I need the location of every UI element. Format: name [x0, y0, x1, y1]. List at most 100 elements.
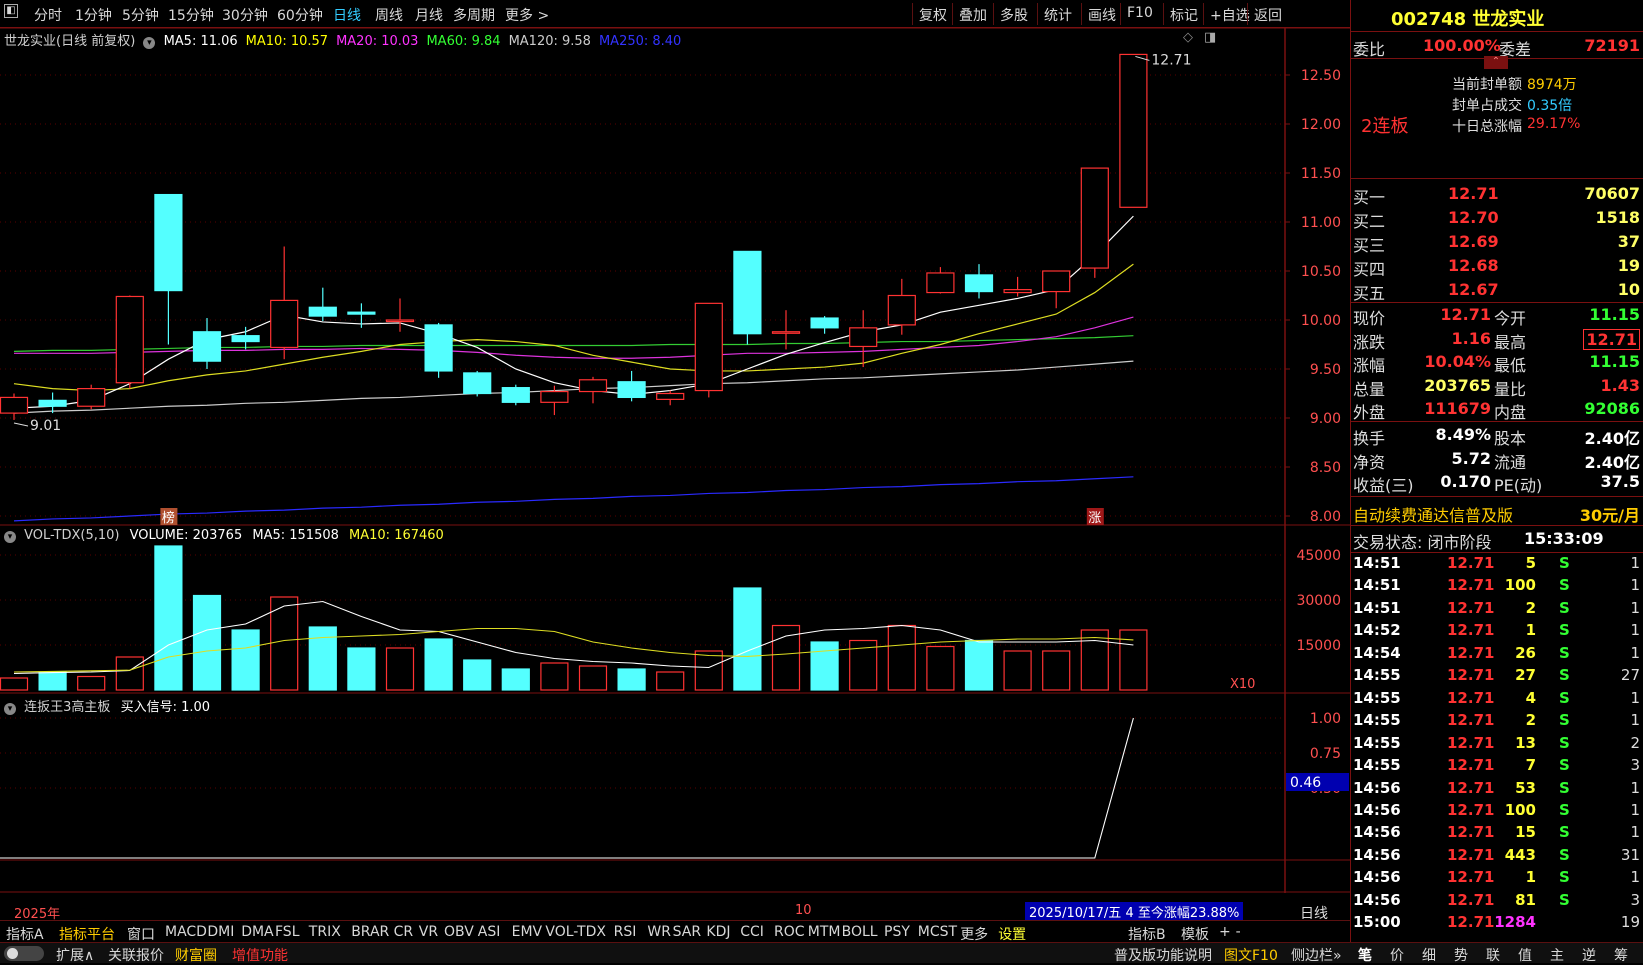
event-marker[interactable]: 榜 — [162, 510, 175, 526]
toolbar-button[interactable]: 统计 — [1037, 3, 1078, 25]
candle[interactable] — [810, 317, 839, 329]
panel-tab[interactable]: 笔 — [1358, 945, 1372, 965]
tick-row[interactable]: 14:55 12.71 27 S 27 — [1351, 665, 1643, 688]
panel-tab[interactable]: 势 — [1454, 945, 1468, 965]
event-marker[interactable]: 涨 — [1088, 511, 1101, 526]
volume-bar[interactable] — [385, 647, 415, 691]
volume-bar[interactable] — [231, 629, 260, 691]
period-tab[interactable]: 月线 — [415, 5, 443, 25]
candle[interactable] — [887, 294, 916, 326]
volume-bar[interactable] — [38, 671, 67, 691]
indicator-tab[interactable]: 指标A — [6, 924, 44, 944]
indicator-tab[interactable]: ROC — [774, 924, 805, 940]
volume-bar[interactable] — [810, 641, 839, 691]
tick-row[interactable]: 14:51 12.71 100 S 1 — [1351, 575, 1643, 598]
indicator-tab[interactable]: SAR — [673, 924, 701, 940]
expand-up-icon[interactable]: ⌃ — [1484, 56, 1508, 69]
period-tab[interactable]: 多周期 — [453, 5, 495, 25]
toggle-panel-icon[interactable]: ◧ — [4, 4, 18, 18]
volume-bar[interactable] — [115, 656, 144, 691]
tick-row[interactable]: 14:51 12.71 5 S 1 — [1351, 553, 1643, 576]
indicator-tab[interactable]: 指标B — [1128, 924, 1166, 944]
toolbar-button[interactable]: 复权 — [912, 3, 953, 25]
collapse-icon[interactable]: ▾ — [143, 37, 156, 49]
indicator-tab[interactable]: BRAR — [351, 924, 389, 940]
tick-row[interactable]: 14:54 12.71 26 S 1 — [1351, 643, 1643, 666]
volume-bar[interactable] — [578, 665, 608, 691]
toolbar-button[interactable]: 叠加 — [952, 3, 993, 25]
volume-bar[interactable] — [0, 677, 29, 691]
candle[interactable] — [0, 396, 29, 414]
indicator-tab[interactable]: 设置 — [998, 924, 1026, 944]
candle[interactable] — [501, 387, 530, 403]
tick-row[interactable]: 15:00 12.71 1284 19 — [1351, 912, 1643, 935]
period-tab[interactable]: 15分钟 — [168, 5, 214, 25]
candle[interactable] — [38, 399, 67, 407]
status-item[interactable]: 普及版功能说明 — [1114, 945, 1212, 965]
volume-bar[interactable] — [771, 624, 801, 691]
panel-tab[interactable]: 联 — [1486, 945, 1500, 965]
volume-bar[interactable] — [1042, 650, 1071, 691]
bid-row[interactable]: 买五 12.67 10 — [1351, 279, 1643, 303]
candle[interactable] — [77, 388, 106, 407]
volume-bar[interactable] — [424, 638, 453, 691]
volume-bar[interactable] — [733, 587, 762, 691]
indicator-tab[interactable]: 指标平台 — [59, 924, 115, 944]
panel-tab[interactable]: 逆 — [1582, 945, 1596, 965]
period-tab[interactable]: 60分钟 — [277, 5, 323, 25]
candle[interactable] — [192, 331, 222, 362]
candle[interactable] — [849, 327, 878, 348]
volume-bar[interactable] — [887, 624, 916, 691]
indicator-tab[interactable]: VOL-TDX — [545, 924, 606, 940]
indicator-tab[interactable]: ASI — [478, 924, 501, 940]
indicator-tab[interactable]: CR — [394, 924, 414, 940]
promo-row[interactable]: 自动续费通达信普及版 30元/月 — [1351, 501, 1643, 526]
volume-bar[interactable] — [1003, 650, 1032, 691]
toolbar-button[interactable]: 画线 — [1081, 3, 1122, 25]
panel-tab[interactable]: 筹 — [1614, 945, 1628, 965]
status-item[interactable]: 财富圈 — [175, 945, 217, 965]
toolbar-button[interactable]: 返回 — [1247, 3, 1288, 25]
tick-row[interactable]: 14:55 12.71 7 S 3 — [1351, 755, 1643, 778]
panel-toggle-icon[interactable]: ◨ — [1204, 30, 1216, 45]
indicator-tab[interactable]: KDJ — [706, 924, 730, 940]
collapse-icon[interactable]: ▾ — [4, 531, 16, 543]
tick-row[interactable]: 14:56 12.71 53 S 1 — [1351, 778, 1643, 801]
candle[interactable] — [385, 319, 415, 323]
status-item[interactable]: 图文F10 — [1224, 945, 1278, 965]
indicator-tab[interactable]: OBV — [444, 924, 474, 940]
tick-row[interactable]: 14:55 12.71 13 S 2 — [1351, 733, 1643, 756]
volume-bar[interactable] — [501, 668, 530, 691]
indicator-tab[interactable]: RSI — [614, 924, 637, 940]
volume-bar[interactable] — [154, 545, 183, 691]
status-item[interactable]: 关联报价 — [108, 945, 164, 965]
volume-bar[interactable] — [964, 639, 994, 691]
candle[interactable] — [617, 381, 646, 399]
diamond-icon[interactable]: ◇ — [1183, 30, 1193, 45]
panel-tab[interactable]: 价 — [1390, 945, 1404, 965]
candle[interactable] — [347, 311, 376, 315]
panel-tab[interactable]: 主 — [1550, 945, 1564, 965]
volume-bar[interactable] — [1080, 629, 1109, 691]
candle[interactable] — [424, 324, 453, 372]
tick-row[interactable]: 14:56 12.71 100 S 1 — [1351, 800, 1643, 823]
promo-price[interactable]: 30元/月 — [1580, 502, 1640, 526]
toggle-switch[interactable] — [4, 946, 44, 961]
tick-row[interactable]: 14:56 12.71 81 S 3 — [1351, 890, 1643, 913]
status-item[interactable]: 扩展∧ — [56, 945, 94, 965]
tick-row[interactable]: 14:55 12.71 2 S 1 — [1351, 710, 1643, 733]
indicator-tab[interactable]: WR — [647, 924, 671, 940]
candle[interactable] — [540, 390, 569, 403]
candle[interactable] — [1003, 289, 1032, 294]
period-tab[interactable]: 30分钟 — [222, 5, 268, 25]
period-tab[interactable]: 周线 — [375, 5, 403, 25]
toolbar-button[interactable]: 多股 — [993, 3, 1034, 25]
indicator-tab[interactable]: 模板 — [1181, 924, 1209, 944]
toolbar-button[interactable]: 标记 — [1163, 3, 1204, 25]
candle[interactable] — [926, 272, 955, 294]
indicator-tab[interactable]: 窗口 — [127, 924, 155, 944]
volume-bar[interactable] — [308, 626, 337, 691]
indicator-tab[interactable]: TRIX — [309, 924, 341, 940]
volume-bar[interactable] — [347, 647, 376, 691]
bid-row[interactable]: 买三 12.69 37 — [1351, 231, 1643, 255]
